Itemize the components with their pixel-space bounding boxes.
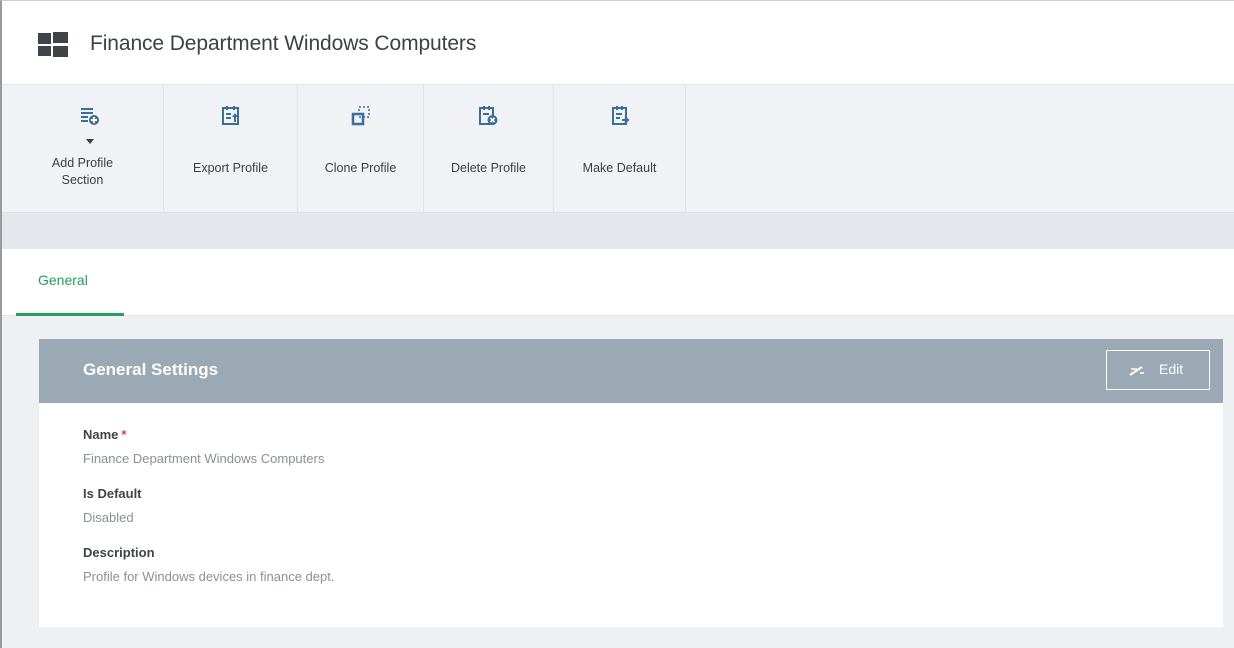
name-field-value: Finance Department Windows Computers — [83, 451, 325, 466]
section-divider — [2, 213, 1234, 249]
tab-bar: General — [2, 249, 1234, 316]
is-default-field-value: Disabled — [83, 510, 134, 525]
toolbar: Add Profile Section Export Profile Clone… — [2, 85, 1234, 213]
clone-profile-button[interactable]: Clone Profile — [298, 85, 424, 212]
tab-general-label: General — [38, 272, 88, 288]
clone-profile-label: Clone Profile — [324, 161, 397, 175]
export-icon — [222, 106, 239, 125]
is-default-field-label: Is Default — [83, 486, 142, 501]
make-default-icon — [612, 106, 630, 125]
add-profile-section-label: Add Profile Section — [51, 156, 114, 187]
make-default-label: Make Default — [582, 161, 657, 175]
export-profile-label: Export Profile — [192, 161, 269, 175]
name-field-label: Name * — [83, 427, 126, 442]
tab-general[interactable]: General — [16, 249, 124, 316]
required-marker: * — [121, 427, 127, 442]
page-title: Finance Department Windows Computers — [90, 32, 477, 55]
app-frame: Finance Department Windows Computers Add… — [0, 0, 1234, 648]
delete-list-icon — [479, 106, 498, 125]
edit-icon — [1129, 366, 1144, 376]
general-settings-panel: General Settings Edit Name * Finance Depa… — [39, 339, 1223, 627]
active-tab-indicator — [16, 313, 124, 316]
export-profile-button[interactable]: Export Profile — [164, 85, 298, 212]
delete-profile-button[interactable]: Delete Profile — [424, 85, 554, 212]
name-label-text: Name — [83, 427, 119, 442]
panel-header: General Settings Edit — [39, 339, 1223, 403]
chevron-down-icon — [86, 139, 94, 144]
title-bar: Finance Department Windows Computers — [2, 1, 1234, 85]
add-list-icon — [81, 108, 99, 125]
make-default-button[interactable]: Make Default — [554, 85, 686, 212]
clone-icon — [351, 106, 370, 126]
panel-title: General Settings — [83, 360, 219, 379]
description-field-label: Description — [83, 545, 155, 560]
edit-button-label: Edit — [1159, 361, 1184, 377]
windows-logo-icon — [38, 32, 68, 57]
delete-profile-label: Delete Profile — [450, 161, 527, 175]
add-profile-section-button[interactable]: Add Profile Section — [2, 85, 164, 212]
description-field-value: Profile for Windows devices in finance d… — [83, 569, 335, 584]
edit-button[interactable]: Edit — [1106, 350, 1210, 390]
